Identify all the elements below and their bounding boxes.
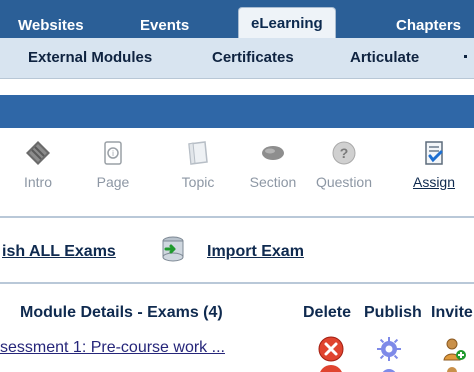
publish-gear-icon[interactable] [376,336,402,362]
tab-events[interactable]: Events [140,17,189,34]
toolbar-topic[interactable]: Topic [168,138,228,190]
tab-chapters[interactable]: Chapters [396,17,461,34]
folder-icon [183,138,213,168]
table-title: Module Details - Exams (4) [20,304,223,321]
next-row-delete-icon-partial [318,364,344,372]
toolbar-topic-label: Topic [181,174,215,190]
col-delete: Delete [303,304,352,321]
import-exam-icon [160,236,186,262]
oval-icon [258,138,288,168]
toolbar-intro-label: Intro [23,174,52,190]
spacer [0,79,474,95]
page-header-bar [0,95,474,128]
toolbar-intro[interactable]: Intro [8,138,68,190]
next-row-user-icon-partial [441,364,467,372]
toolbar-assign[interactable]: Assign [404,138,464,190]
subnav-articulate[interactable]: Articulate [350,49,419,66]
toolbar-page-label: Page [96,174,130,190]
svg-text:i: i [112,149,114,158]
book-icon [23,138,53,168]
publish-all-exams-link[interactable]: ish ALL Exams [2,243,116,261]
assign-icon [419,138,449,168]
exam-row-link[interactable]: sessment 1: Pre-course work ... [0,339,225,357]
delete-icon[interactable] [318,336,344,362]
toolbar-section-label: Section [249,174,297,190]
subnav-certificates[interactable]: Certificates [212,49,294,66]
next-row-gear-icon-partial [376,364,402,372]
sub-navigation: External Modules Certificates Articulate [0,38,474,79]
exam-actions: ish ALL Exams Import Exam [0,218,474,280]
top-tab-bar: Websites Events eLearning Chapters [0,0,474,39]
page-icon: i [98,138,128,168]
module-details-table: Module Details - Exams (4) Delete Publis… [0,284,474,372]
col-publish: Publish [364,304,422,321]
tab-websites[interactable]: Websites [18,17,84,34]
import-exam-link[interactable]: Import Exam [207,243,304,261]
subnav-overflow-dot [464,55,467,58]
subnav-external-modules[interactable]: External Modules [28,49,152,66]
toolbar-question-label: Question [315,174,373,190]
question-icon: ? [329,138,359,168]
toolbar-question[interactable]: ? Question [314,138,374,190]
col-invite: Invite [431,304,473,321]
toolbar-page[interactable]: i Page [83,138,143,190]
tab-elearning[interactable]: eLearning [238,7,336,39]
toolbar-section[interactable]: Section [243,138,303,190]
invite-user-icon[interactable] [441,336,467,362]
svg-text:?: ? [340,145,349,161]
content-toolbar: Intro i Page Topic Section ? Question As… [0,128,474,214]
toolbar-assign-label: Assign [412,174,456,190]
